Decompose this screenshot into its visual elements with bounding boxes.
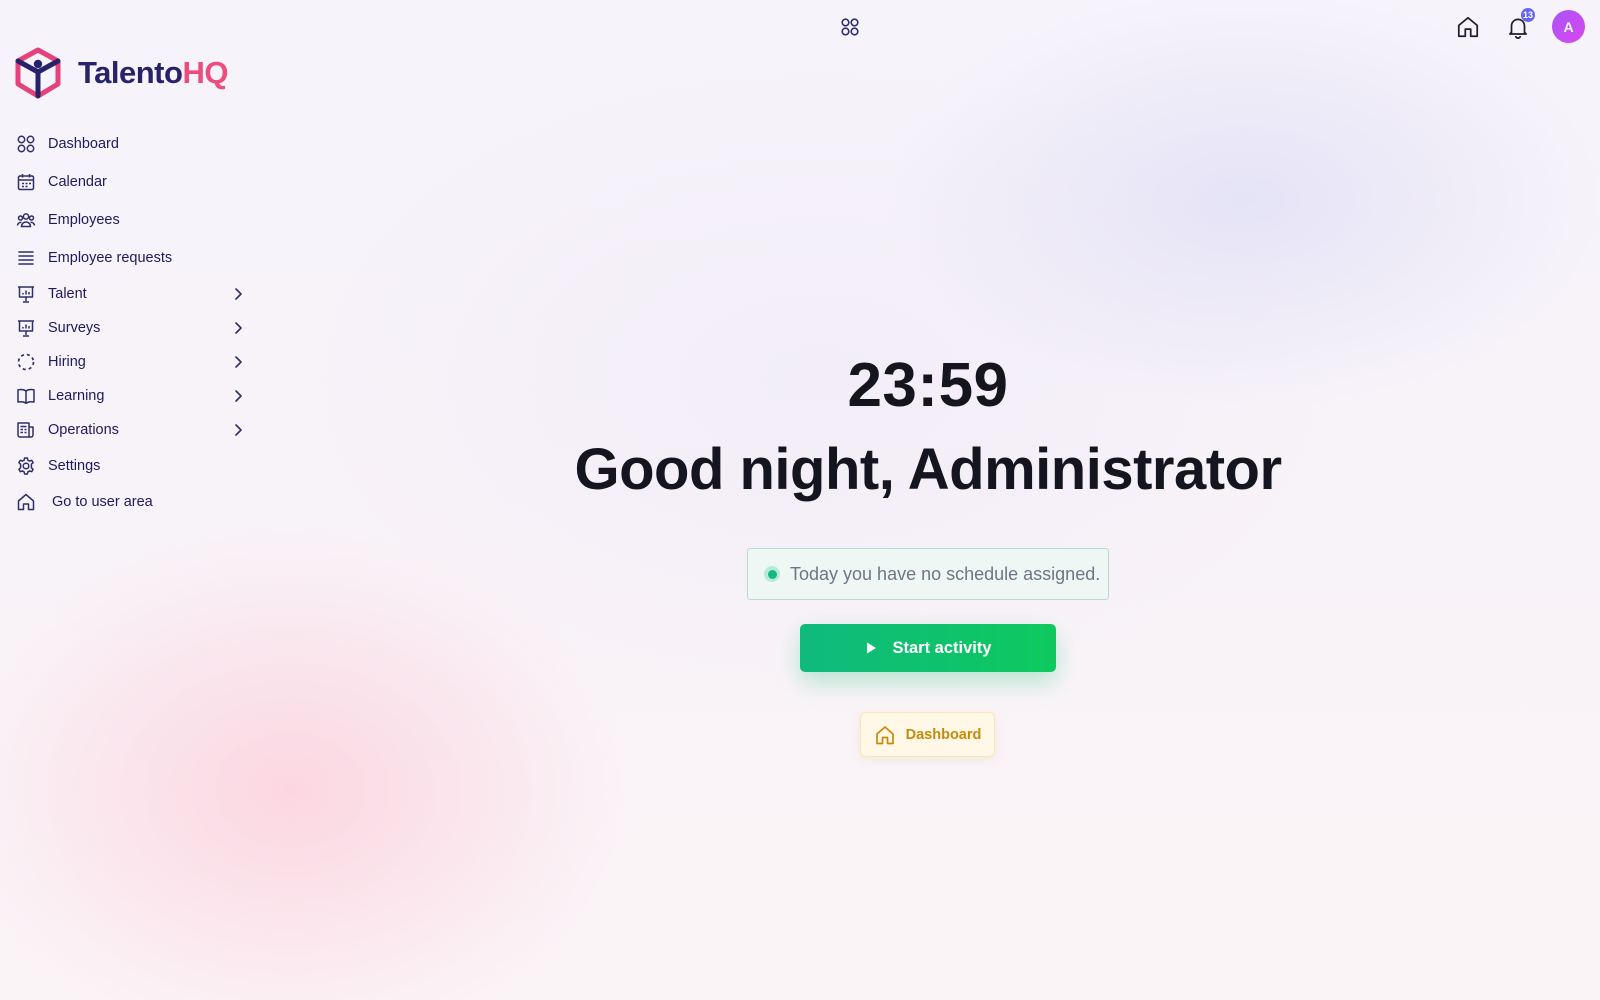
app-logo[interactable]: TalentoHQ bbox=[14, 47, 228, 99]
start-activity-label: Start activity bbox=[892, 638, 992, 657]
schedule-status-box: Today you have no schedule assigned. bbox=[747, 548, 1109, 600]
apps-grid-icon[interactable] bbox=[840, 17, 860, 37]
chevron-right-icon bbox=[235, 322, 242, 334]
dashed-circle-icon bbox=[16, 352, 36, 372]
sidebar-item-label: Talent bbox=[48, 286, 87, 302]
calendar-icon bbox=[16, 172, 36, 192]
dashboard-button-label: Dashboard bbox=[905, 726, 982, 743]
presentation-chart-icon bbox=[16, 284, 36, 304]
home-icon[interactable] bbox=[1455, 14, 1481, 40]
gear-icon bbox=[16, 456, 36, 476]
dashboard-grid-icon bbox=[16, 134, 36, 154]
play-icon bbox=[867, 642, 877, 654]
current-time: 23:59 bbox=[847, 351, 1009, 420]
sidebar-item-surveys[interactable]: Surveys bbox=[16, 313, 246, 343]
avatar-initial: A bbox=[1563, 18, 1574, 35]
sidebar-item-label: Dashboard bbox=[48, 136, 119, 152]
sidebar-item-settings[interactable]: Settings bbox=[16, 451, 246, 481]
sidebar-item-label: Learning bbox=[48, 388, 105, 404]
sidebar-item-hiring[interactable]: Hiring bbox=[16, 347, 246, 377]
sidebar-item-calendar[interactable]: Calendar bbox=[16, 167, 246, 197]
sidebar-item-label: Hiring bbox=[48, 354, 86, 370]
dashboard-button[interactable]: Dashboard bbox=[860, 712, 995, 757]
sidebar-item-learning[interactable]: Learning bbox=[16, 381, 246, 411]
document-grid-icon bbox=[16, 420, 36, 440]
user-avatar[interactable]: A bbox=[1552, 10, 1585, 43]
presentation-chart-icon bbox=[16, 318, 36, 338]
sidebar-item-operations[interactable]: Operations bbox=[16, 415, 246, 445]
sidebar-item-employees[interactable]: Employees bbox=[16, 205, 246, 235]
book-open-icon bbox=[16, 386, 36, 406]
greeting-heading: Good night, Administrator bbox=[574, 437, 1282, 502]
home-icon bbox=[16, 492, 36, 512]
status-dot-icon bbox=[764, 566, 780, 582]
sidebar-item-label: Calendar bbox=[48, 174, 107, 190]
chevron-right-icon bbox=[235, 288, 242, 300]
sidebar-item-label: Go to user area bbox=[52, 494, 153, 510]
sidebar-item-label: Employee requests bbox=[48, 250, 173, 266]
sidebar-item-label: Surveys bbox=[48, 320, 101, 336]
start-activity-button[interactable]: Start activity bbox=[800, 624, 1056, 672]
sidebar-item-label: Employees bbox=[48, 212, 120, 228]
sidebar-item-employee-requests[interactable]: Employee requests bbox=[16, 243, 246, 273]
schedule-status-text: Today you have no schedule assigned. bbox=[790, 563, 1101, 584]
sidebar-item-talent[interactable]: Talent bbox=[16, 279, 246, 309]
sidebar-item-label: Settings bbox=[48, 458, 101, 474]
sidebar-item-go-to-user-area[interactable]: Go to user area bbox=[16, 487, 246, 517]
chevron-right-icon bbox=[235, 356, 242, 368]
notification-count-badge: 13 bbox=[1521, 8, 1536, 22]
chevron-right-icon bbox=[235, 390, 242, 402]
sidebar-item-dashboard[interactable]: Dashboard bbox=[16, 129, 246, 159]
home-icon bbox=[875, 725, 894, 744]
sidebar-item-label: Operations bbox=[48, 422, 119, 438]
list-icon bbox=[16, 248, 36, 268]
logo-cube-icon bbox=[15, 47, 61, 99]
users-icon bbox=[16, 210, 36, 230]
app-name: TalentoHQ bbox=[78, 55, 228, 90]
chevron-right-icon bbox=[235, 424, 242, 436]
